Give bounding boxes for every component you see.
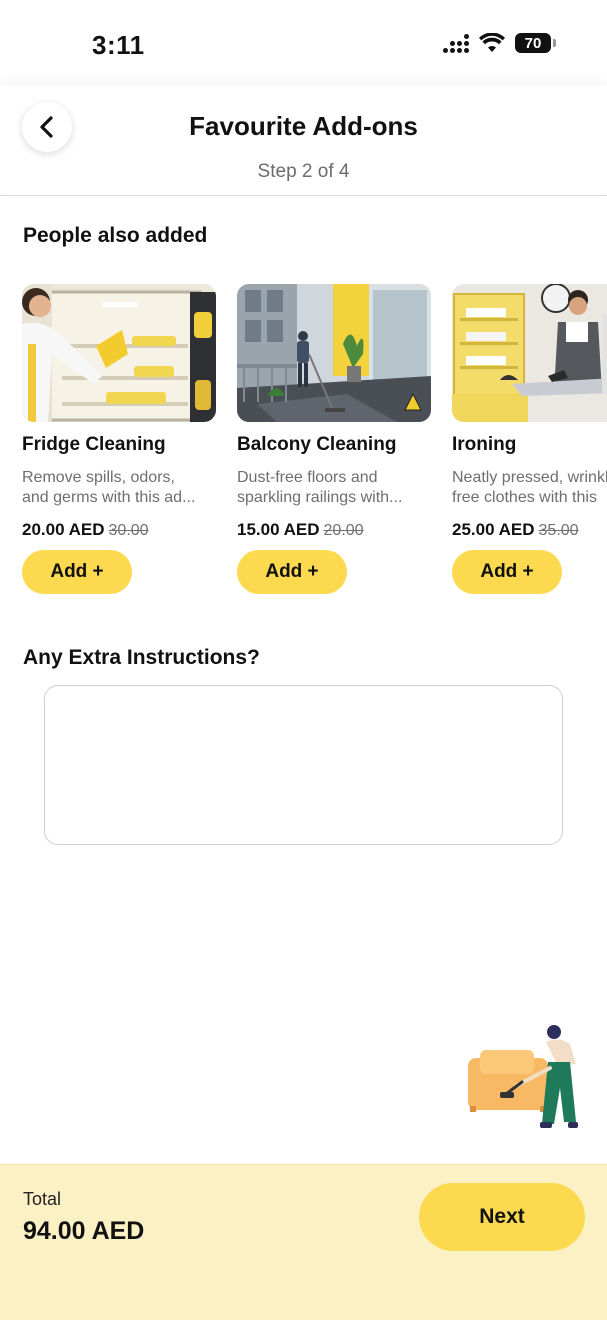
addon-description-line: Remove spills, odors,	[22, 469, 175, 486]
original-price: 35.00	[538, 522, 579, 539]
instructions-input[interactable]	[44, 685, 563, 845]
addon-card-ironing[interactable]: Ironing Neatly pressed, wrinkle- free cl…	[452, 284, 607, 596]
add-balcony-cleaning-button[interactable]: Add +	[237, 550, 347, 594]
checkout-footer: Total 94.00 AED Next	[0, 1164, 607, 1320]
current-price: 15.00 AED	[237, 520, 320, 539]
page-header: Favourite Add-ons Step 2 of 4	[0, 86, 607, 196]
addon-name: Ironing	[452, 434, 517, 455]
status-time: 3:11	[92, 30, 145, 60]
current-price: 20.00 AED	[22, 520, 105, 539]
add-ironing-button[interactable]: Add +	[452, 550, 562, 594]
addons-carousel[interactable]: Fridge Cleaning Remove spills, odors, an…	[22, 284, 607, 596]
addon-description-line: free clothes with this	[452, 489, 597, 506]
addon-description: Remove spills, odors, and germs with thi…	[22, 468, 216, 508]
addon-description: Neatly pressed, wrinkle- free clothes wi…	[452, 468, 607, 508]
addon-card-balcony-cleaning[interactable]: Balcony Cleaning Dust-free floors and sp…	[237, 284, 431, 596]
addon-description: Dust-free floors and sparkling railings …	[237, 468, 431, 508]
battery-icon: 70	[515, 33, 556, 53]
addon-description-line: and germs with this ad...	[22, 489, 196, 506]
signal-icon	[443, 33, 469, 53]
page-title: Favourite Add-ons	[189, 111, 418, 141]
status-icons: 70	[443, 33, 556, 53]
addon-card-fridge-cleaning[interactable]: Fridge Cleaning Remove spills, odors, an…	[22, 284, 216, 596]
original-price: 20.00	[323, 522, 364, 539]
ironing-image	[452, 284, 607, 422]
addon-description-line: Neatly pressed, wrinkle-	[452, 469, 607, 486]
wifi-icon	[479, 33, 505, 52]
fridge-cleaning-image	[22, 284, 216, 422]
addon-name: Fridge Cleaning	[22, 434, 166, 455]
status-bar: 3:11 70	[0, 0, 607, 86]
current-price: 25.00 AED	[452, 520, 535, 539]
next-button[interactable]: Next	[419, 1183, 585, 1251]
cleaner-illustration	[468, 1025, 578, 1128]
addon-description-line: sparkling railings with...	[237, 489, 403, 506]
step-indicator: Step 2 of 4	[257, 161, 350, 182]
addon-name: Balcony Cleaning	[237, 434, 397, 455]
total-label: Total	[23, 1189, 62, 1209]
instructions-heading: Any Extra Instructions?	[23, 646, 260, 669]
addon-price: 15.00 AED 20.00	[237, 520, 364, 540]
add-fridge-cleaning-button[interactable]: Add +	[22, 550, 132, 594]
addon-description-line: Dust-free floors and	[237, 469, 378, 486]
addon-price: 20.00 AED 30.00	[22, 520, 149, 540]
original-price: 30.00	[108, 522, 149, 539]
total-amount: 94.00 AED	[23, 1217, 145, 1245]
favourite-addons-screen: 3:11 70 Favourite Add-ons Step 2 of 4 Pe…	[0, 0, 607, 1320]
addons-section-heading: People also added	[23, 224, 208, 247]
addon-price: 25.00 AED 35.00	[452, 520, 579, 540]
balcony-cleaning-image	[237, 284, 431, 422]
